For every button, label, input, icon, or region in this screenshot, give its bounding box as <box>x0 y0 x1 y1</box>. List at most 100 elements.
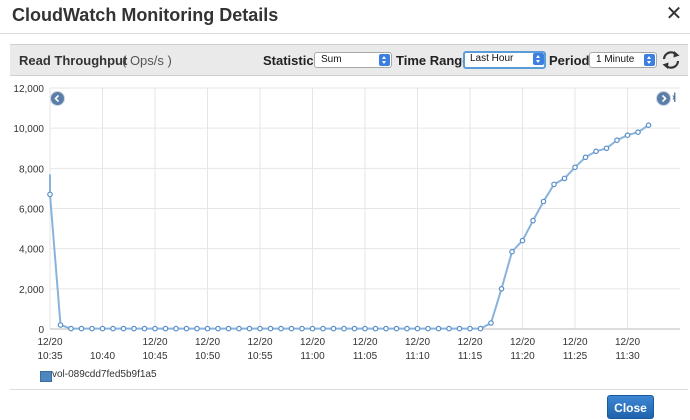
chevron-left-icon <box>54 94 60 103</box>
series-marker <box>299 325 305 332</box>
x-tick-date-label: 12/20 <box>457 337 482 348</box>
series-marker <box>68 325 74 332</box>
period-select-value: 1 Minute <box>596 54 635 65</box>
series-marker <box>540 198 547 205</box>
series-marker <box>141 325 148 332</box>
series-marker <box>488 320 494 326</box>
title-divider <box>0 33 690 34</box>
series-marker <box>131 325 137 332</box>
time-range-select-value: Last Hour <box>470 53 514 64</box>
series-marker <box>393 325 400 332</box>
close-icon[interactable]: ✕ <box>664 3 684 25</box>
series-marker <box>162 325 169 332</box>
series-marker <box>236 325 242 332</box>
series-marker <box>467 325 473 332</box>
series-marker <box>330 325 337 332</box>
x-tick-date-label: 12/20 <box>562 337 587 348</box>
x-tick-time-label: 11:30 <box>615 351 640 362</box>
series-marker <box>456 325 463 332</box>
read-throughput-chart: 0 2,000 4,000 6,000 8,000 10,000 12,000 12/20 1… <box>13 84 680 362</box>
chevron-updown-icon <box>533 53 544 65</box>
series-marker <box>225 325 232 332</box>
series-marker <box>320 325 326 332</box>
x-tick-time-label: 11:10 <box>405 351 430 362</box>
series-marker <box>288 325 295 332</box>
series-marker <box>246 325 253 332</box>
series-marker <box>89 325 95 332</box>
x-tick-date-label: 12/20 <box>352 337 377 348</box>
series-marker <box>183 325 190 332</box>
x-tick-date-label: 12/20 <box>37 337 62 348</box>
series-marker <box>582 154 589 161</box>
series-marker <box>362 325 368 332</box>
y-tick-label: 4,000 <box>19 245 44 256</box>
x-tick-time-label: 10:40 <box>90 351 115 362</box>
statistic-select-value: Sum <box>321 54 342 65</box>
x-tick-date-label: 12/20 <box>142 337 167 348</box>
series-marker <box>278 325 284 332</box>
series-marker <box>204 325 211 332</box>
chevron-updown-icon <box>644 54 655 66</box>
x-tick-time-label: 11:05 <box>353 351 378 362</box>
statistic-select[interactable]: Sum <box>314 52 392 68</box>
metric-unit: ( Ops/s ) <box>122 53 172 68</box>
series-marker <box>110 325 116 332</box>
statistic-label: Statistic: <box>263 53 318 68</box>
series-marker <box>267 325 274 332</box>
legend-label: vol-089cdd7fed5b9f1a5 <box>52 369 157 380</box>
series-marker <box>635 129 641 136</box>
close-button[interactable]: Close <box>607 395 654 419</box>
period-select[interactable]: 1 Minute <box>589 52 657 68</box>
series-marker <box>383 325 389 332</box>
x-tick-date-label: 12/20 <box>405 337 430 348</box>
chevron-updown-icon <box>379 54 390 66</box>
x-tick-time-label: 10:45 <box>142 351 167 362</box>
series-marker <box>509 248 515 255</box>
series-marker <box>372 325 379 332</box>
x-tick-time-label: 11:20 <box>510 351 535 362</box>
x-tick-time-label: 10:35 <box>37 351 62 362</box>
footer-divider <box>10 389 688 390</box>
series-marker <box>603 145 610 152</box>
x-tick-time-label: 10:50 <box>195 351 220 362</box>
x-tick-time-label: 10:55 <box>247 351 272 362</box>
series-marker <box>173 325 179 332</box>
series-marker <box>351 325 358 332</box>
x-tick-time-label: 11:00 <box>300 351 325 362</box>
x-tick-date-label: 12/20 <box>615 337 640 348</box>
series-marker <box>624 132 631 139</box>
x-tick-date-label: 12/20 <box>510 337 535 348</box>
series-marker <box>99 325 106 332</box>
series-marker <box>572 164 578 171</box>
y-tick-label: 8,000 <box>19 164 44 175</box>
y-tick-label: 12,000 <box>13 84 44 95</box>
series-marker <box>78 325 85 332</box>
x-tick-date-label: 12/20 <box>300 337 325 348</box>
page-title: CloudWatch Monitoring Details <box>12 5 279 25</box>
series-marker <box>414 325 421 332</box>
series-marker <box>425 325 431 332</box>
x-tick-time-label: 11:15 <box>458 351 483 362</box>
series-marker <box>257 325 263 332</box>
chart-scroll-right-button[interactable] <box>656 91 671 106</box>
chevron-right-icon <box>661 94 667 103</box>
legend-swatch <box>40 371 52 382</box>
series-marker <box>530 217 536 224</box>
time-range-select[interactable]: Last Hour <box>463 51 546 69</box>
chart-scroll-left-button[interactable] <box>50 91 65 106</box>
series-marker <box>519 237 526 244</box>
series-marker <box>593 148 599 155</box>
series-marker <box>215 325 221 332</box>
metric-title: Read Throughput <box>19 53 128 68</box>
refresh-icon[interactable] <box>660 49 682 71</box>
series-marker <box>435 325 442 332</box>
series-marker <box>404 325 410 332</box>
series-marker <box>47 191 53 198</box>
series-marker <box>57 322 64 328</box>
chart-scroll-to-end-button[interactable]: ›| <box>672 92 676 103</box>
series-marker <box>152 325 158 332</box>
y-tick-label: 2,000 <box>19 285 44 296</box>
series-marker <box>551 181 557 188</box>
series-marker <box>309 325 316 332</box>
x-tick-time-label: 11:25 <box>563 351 588 362</box>
